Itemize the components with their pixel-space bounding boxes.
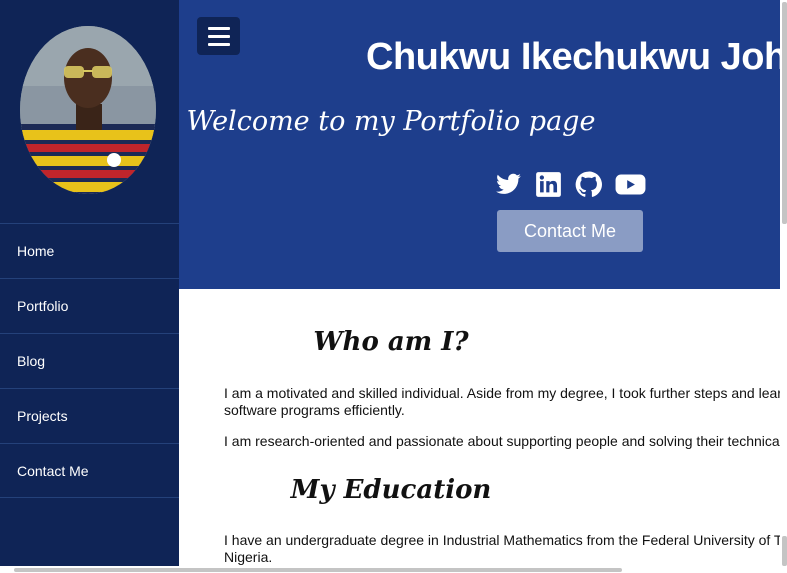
horizontal-scrollbar[interactable]	[14, 568, 622, 572]
who-paragraph-2: I am research-oriented and passionate ab…	[224, 433, 780, 449]
sidebar-nav: Home Portfolio Blog Projects Contact Me	[0, 223, 179, 498]
welcome-subtitle: Welcome to my Portfolio page	[186, 106, 596, 137]
who-paragraph-1: I am a motivated and skilled individual.…	[224, 385, 780, 419]
who-paragraph-1-line-2: software programs efficiently.	[224, 402, 405, 418]
sidebar-item-home[interactable]: Home	[0, 223, 179, 278]
section-title-who: Who am I?	[313, 327, 469, 357]
education-paragraph: I have an undergraduate degree in Indust…	[224, 532, 780, 566]
who-paragraph-1-line-1: I am a motivated and skilled individual.…	[224, 385, 780, 401]
sidebar-item-blog[interactable]: Blog	[0, 333, 179, 388]
education-paragraph-line-1: I have an undergraduate degree in Indust…	[224, 532, 780, 548]
avatar	[20, 26, 156, 194]
vertical-scrollbar-lower[interactable]	[782, 536, 787, 566]
menu-bar	[207, 26, 230, 30]
linkedin-icon[interactable]	[535, 171, 562, 198]
hamburger-menu-button[interactable]	[197, 17, 240, 55]
hero-header: Chukwu Ikechukwu John Welcome to my Port…	[179, 0, 780, 289]
education-paragraph-line-2: Nigeria.	[224, 549, 273, 565]
sidebar-item-portfolio[interactable]: Portfolio	[0, 278, 179, 333]
vertical-scrollbar[interactable]	[782, 2, 787, 224]
twitter-icon[interactable]	[495, 171, 522, 198]
main-content: Who am I? I am a motivated and skilled i…	[179, 289, 780, 573]
sidebar-item-contact[interactable]: Contact Me	[0, 443, 179, 498]
youtube-icon[interactable]	[615, 171, 646, 198]
menu-bar	[207, 34, 230, 38]
contact-me-button[interactable]: Contact Me	[497, 210, 643, 252]
page-title: Chukwu Ikechukwu John	[366, 36, 780, 78]
sidebar-item-projects[interactable]: Projects	[0, 388, 179, 443]
sidebar: Home Portfolio Blog Projects Contact Me	[0, 0, 179, 573]
social-links	[495, 171, 646, 198]
menu-bar	[207, 42, 230, 46]
section-title-education: My Education	[290, 475, 492, 505]
github-icon[interactable]	[575, 171, 602, 198]
